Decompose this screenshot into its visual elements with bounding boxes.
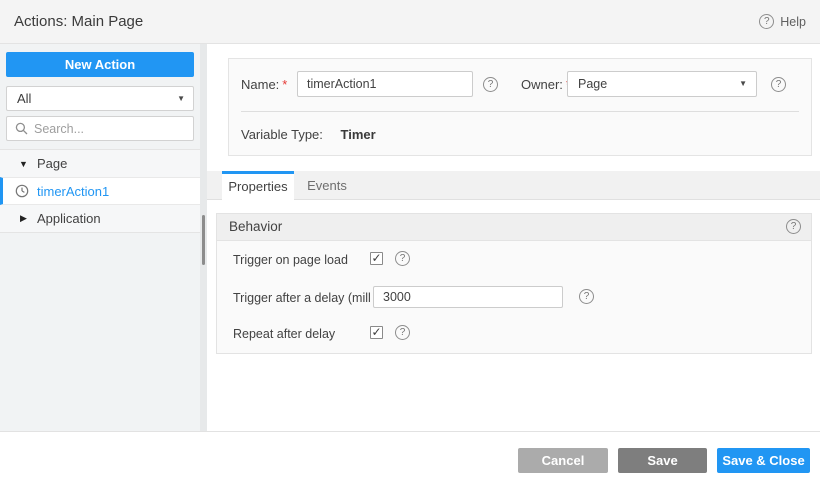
required-marker: * [282, 77, 288, 92]
repeat-after-delay-help-icon[interactable]: ? [395, 325, 410, 340]
search-icon [15, 122, 28, 135]
trigger-delay-row: Trigger after a delay (millisec... ? [217, 286, 811, 309]
clock-icon [15, 184, 29, 198]
behavior-section-title: Behavior [229, 219, 283, 234]
trigger-on-load-help-icon[interactable]: ? [395, 251, 410, 266]
repeat-after-delay-label: Repeat after delay [233, 327, 336, 341]
caret-down-icon[interactable]: ▼ [18, 159, 29, 169]
behavior-section-header: Behavior ? [217, 214, 811, 241]
help-icon[interactable]: ? [759, 14, 775, 29]
sidebar-scrollbar[interactable] [202, 215, 205, 265]
repeat-after-delay-checkbox[interactable]: ✓ [370, 326, 383, 339]
tree-item-timer-action[interactable]: timerAction1 [0, 177, 200, 205]
tree-item-label: Application [37, 211, 101, 226]
variable-type-row: Variable Type: Timer [241, 127, 376, 142]
actions-dialog: Actions: Main Page ? Help New Action All… [0, 0, 820, 489]
chevron-down-icon: ▼ [177, 94, 185, 103]
trigger-on-load-label: Trigger on page load [233, 253, 348, 267]
owner-help-icon[interactable]: ? [771, 77, 786, 92]
behavior-help-icon[interactable]: ? [786, 219, 801, 234]
help-label[interactable]: Help [780, 15, 806, 29]
cancel-button[interactable]: Cancel [518, 448, 608, 473]
actions-tree: ▼ Page timerAction1 ▶ Application [0, 149, 200, 233]
variable-type-value: Timer [340, 127, 376, 142]
repeat-after-delay-row: Repeat after delay ✓ ? [217, 325, 811, 342]
panel-divider [241, 111, 799, 112]
variable-type-label: Variable Type: [241, 127, 323, 142]
action-summary-panel: Name:* ? Owner:* Page ▼ ? Variable Type:… [228, 58, 812, 156]
caret-right-icon[interactable]: ▶ [18, 213, 29, 224]
name-label: Name: * [241, 77, 288, 92]
chevron-down-icon: ▼ [739, 79, 747, 88]
tree-item-page[interactable]: ▼ Page [0, 150, 200, 177]
behavior-section: Behavior ? Trigger on page load ✓ ? Trig… [216, 213, 812, 354]
filter-dropdown[interactable]: All ▼ [6, 86, 194, 111]
search-box[interactable] [6, 116, 194, 141]
actions-sidebar: New Action All ▼ ▼ Page t [0, 44, 200, 431]
owner-label: Owner:* [521, 71, 571, 98]
dialog-header: Actions: Main Page ? Help [0, 0, 820, 44]
trigger-delay-input[interactable] [373, 286, 563, 308]
tree-item-application[interactable]: ▶ Application [0, 205, 200, 232]
new-action-button[interactable]: New Action [6, 52, 194, 77]
trigger-delay-label: Trigger after a delay (millisec... [233, 291, 371, 305]
tree-item-label: timerAction1 [37, 183, 110, 199]
trigger-delay-help-icon[interactable]: ? [579, 289, 594, 304]
save-button[interactable]: Save [618, 448, 707, 473]
tab-properties[interactable]: Properties [222, 171, 294, 200]
page-title: Actions: Main Page [14, 13, 144, 30]
tab-events[interactable]: Events [294, 171, 360, 200]
action-editor: Name:* ? Owner:* Page ▼ ? Variable Type:… [207, 44, 820, 431]
name-help-icon[interactable]: ? [483, 77, 498, 92]
filter-dropdown-value: All [17, 91, 32, 106]
tree-item-label: Page [37, 156, 68, 171]
editor-tabbar: Properties Events [207, 171, 820, 200]
help-button[interactable]: ? Help [759, 0, 806, 43]
save-and-close-button[interactable]: Save & Close [717, 448, 810, 473]
behavior-section-body: Trigger on page load ✓ ? Trigger after a… [217, 242, 811, 353]
dialog-footer: Cancel Save Save & Close [0, 432, 820, 489]
trigger-on-load-checkbox[interactable]: ✓ [370, 252, 383, 265]
trigger-on-load-row: Trigger on page load ✓ ? [217, 251, 811, 268]
name-owner-row: Name:* ? Owner:* Page ▼ ? [229, 71, 811, 98]
search-input[interactable] [34, 121, 185, 136]
owner-select[interactable]: Page ▼ [567, 71, 757, 97]
name-input[interactable] [297, 71, 473, 97]
owner-select-value: Page [578, 77, 608, 91]
